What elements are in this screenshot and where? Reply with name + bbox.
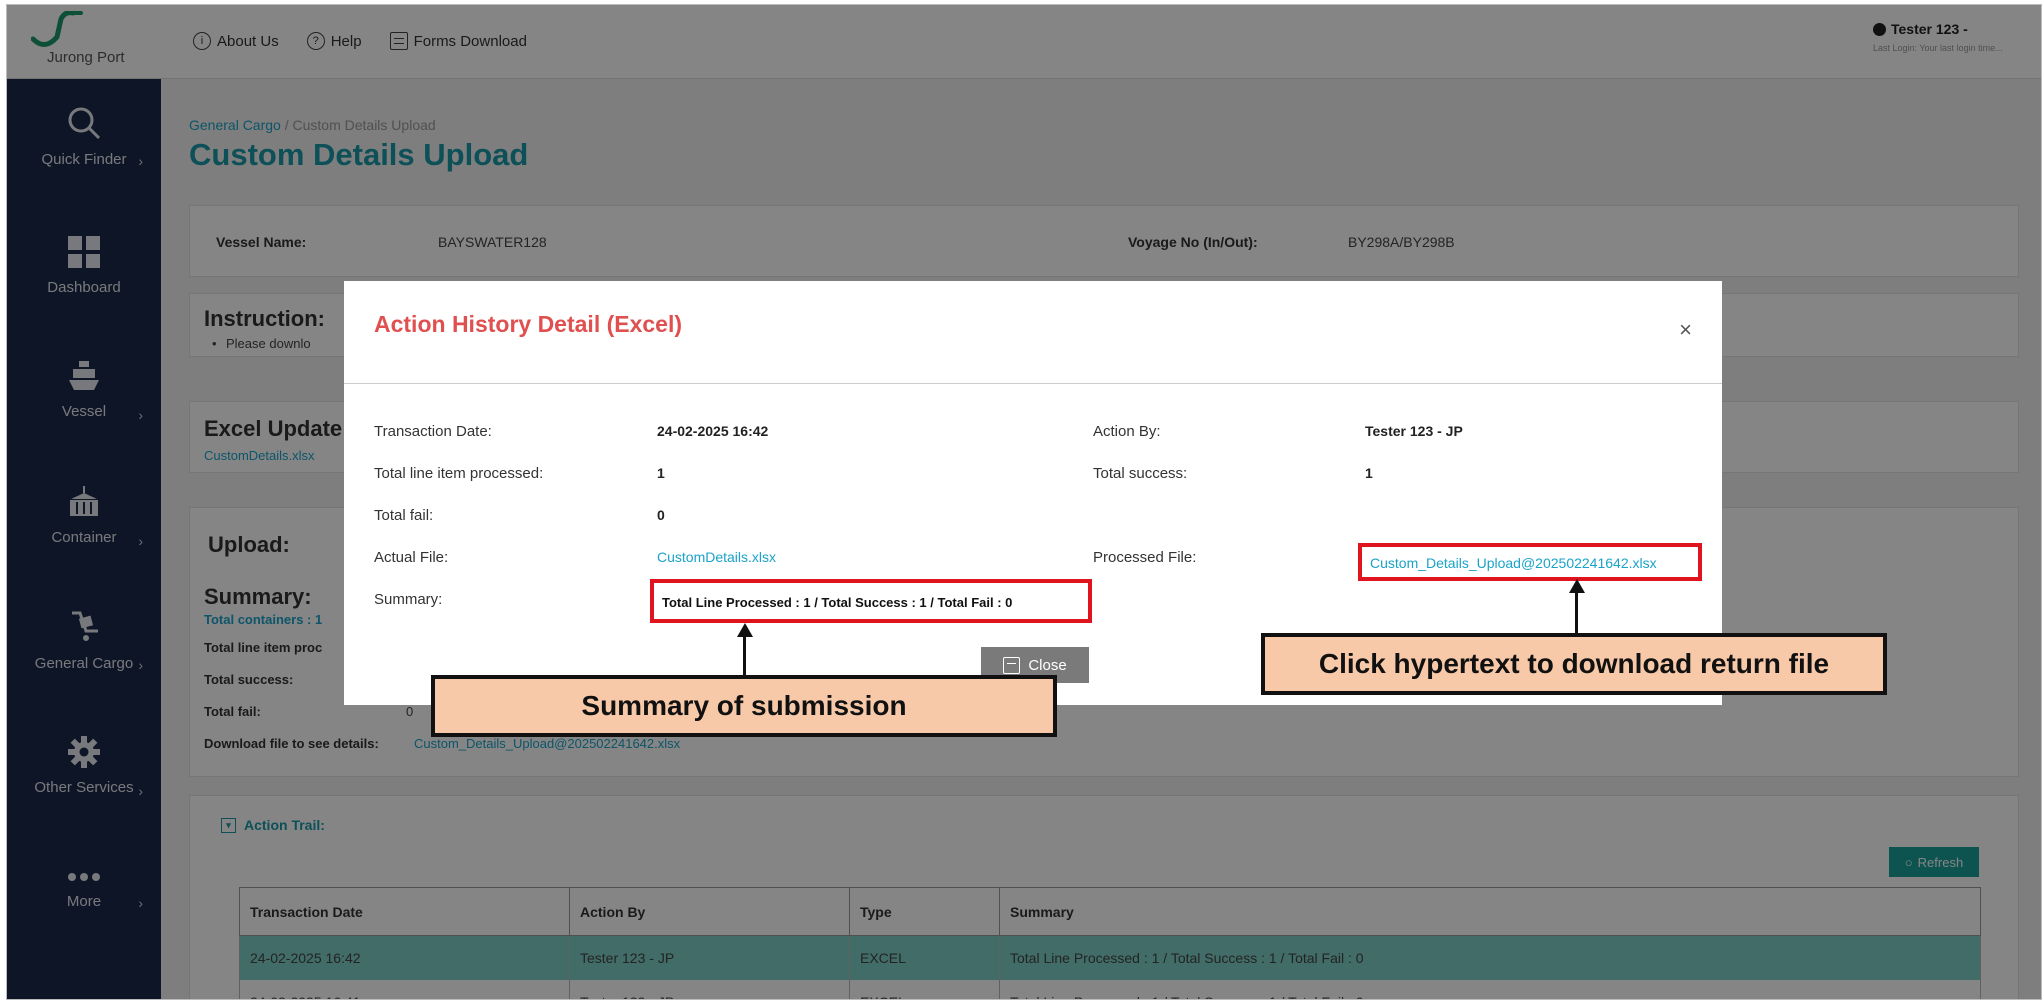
total-success-value: 1 bbox=[1365, 465, 1373, 481]
actual-file-link[interactable]: CustomDetails.xlsx bbox=[657, 549, 776, 565]
summary-value: Total Line Processed : 1 / Total Success… bbox=[662, 595, 1013, 610]
callout-download: Click hypertext to download return file bbox=[1261, 633, 1887, 695]
callout-arrow-summary bbox=[743, 635, 746, 677]
action-by-label: Action By: bbox=[1093, 423, 1161, 440]
summary-highlight: Total Line Processed : 1 / Total Success… bbox=[650, 579, 1092, 623]
processed-file-highlight: Custom_Details_Upload@202502241642.xlsx bbox=[1358, 543, 1702, 581]
action-by-value: Tester 123 - JP bbox=[1365, 423, 1463, 439]
close-icon[interactable]: × bbox=[1679, 317, 1692, 343]
total-success-label: Total success: bbox=[1093, 465, 1188, 482]
modal-divider bbox=[344, 383, 1722, 384]
callout-arrow-download bbox=[1575, 591, 1578, 635]
transaction-date-label: Transaction Date: bbox=[374, 423, 492, 440]
processed-file-link[interactable]: Custom_Details_Upload@202502241642.xlsx bbox=[1370, 555, 1657, 571]
close-button-label: Close bbox=[1028, 656, 1067, 674]
total-processed-value: 1 bbox=[657, 465, 665, 481]
actual-file-label: Actual File: bbox=[374, 549, 449, 566]
processed-file-label: Processed File: bbox=[1093, 549, 1197, 566]
app-window: Jurong Port i About Us ? Help Forms Down… bbox=[6, 4, 2042, 1000]
modal-title: Action History Detail (Excel) bbox=[374, 311, 683, 337]
transaction-date-value: 24-02-2025 16:42 bbox=[657, 423, 769, 439]
close-doc-icon bbox=[1003, 656, 1021, 674]
total-processed-label: Total line item processed: bbox=[374, 465, 544, 482]
total-fail-value: 0 bbox=[657, 507, 665, 523]
summary-label: Summary: bbox=[374, 591, 443, 608]
total-fail-label: Total fail: bbox=[374, 507, 434, 524]
callout-summary: Summary of submission bbox=[431, 675, 1057, 737]
